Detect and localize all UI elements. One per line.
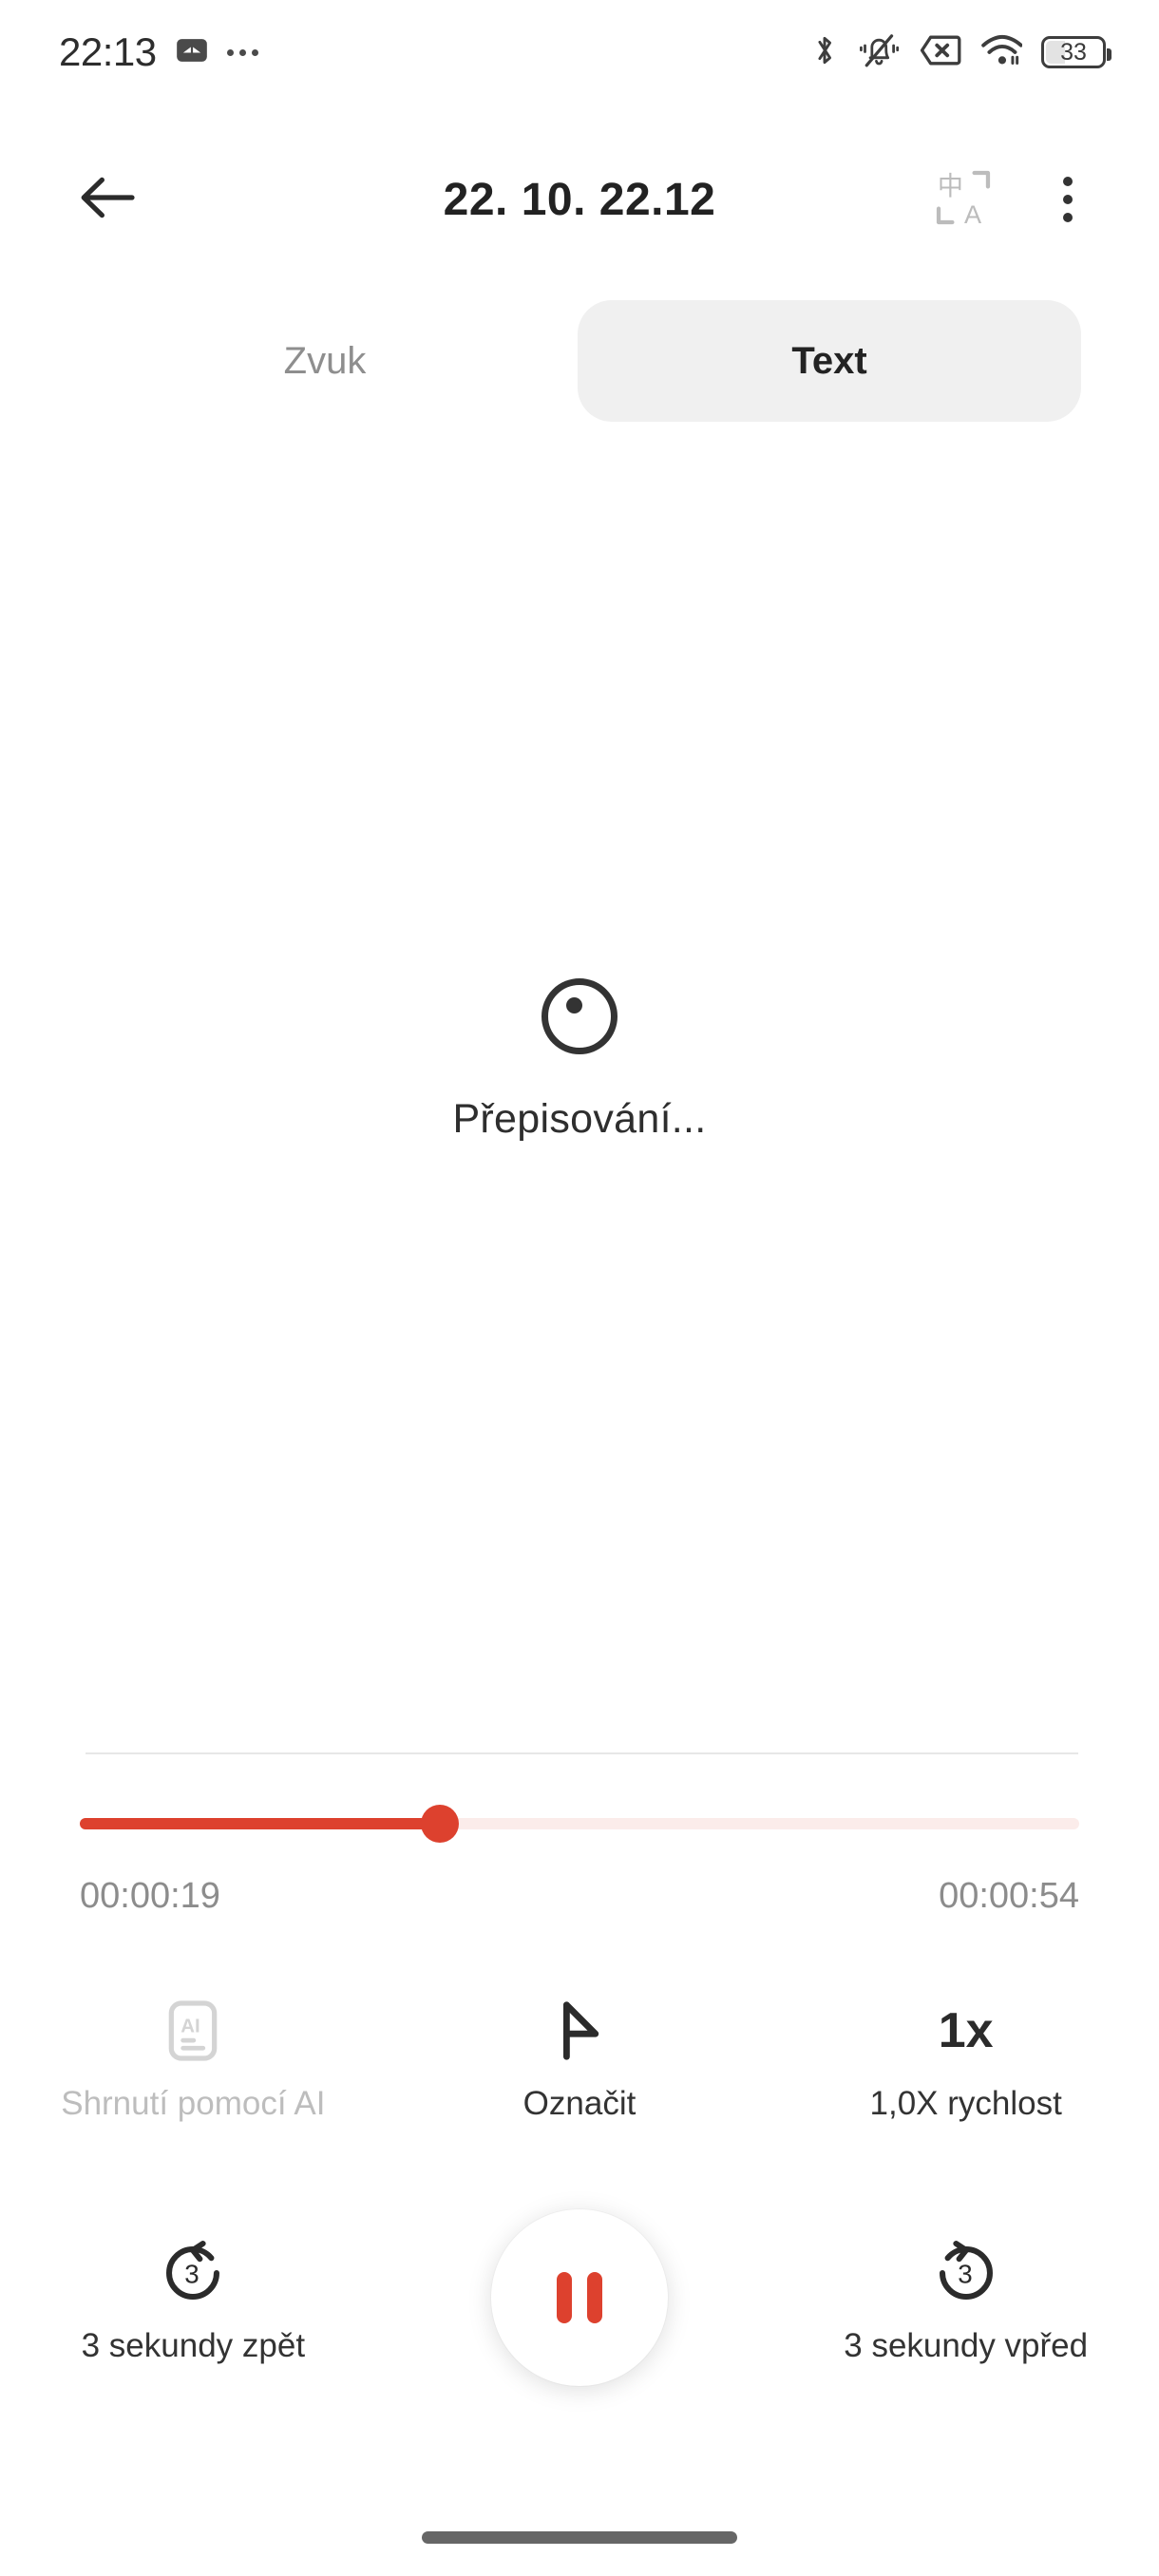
vibrate-off-icon [859, 32, 901, 73]
forward-3-seconds-icon: 3 [931, 2232, 1001, 2314]
svg-text:中: 中 [938, 172, 963, 201]
playback-speed-glyph: 1x [938, 2003, 994, 2058]
ai-summary-label: Shrnutí pomocí AI [61, 2085, 326, 2122]
more-options-button[interactable] [1032, 163, 1104, 236]
seek-fill [80, 1818, 440, 1829]
more-dot [1063, 195, 1073, 204]
translate-button[interactable]: 中 A [927, 163, 999, 236]
svg-text:AI: AI [181, 2016, 200, 2036]
content-divider [86, 1752, 1078, 1754]
tab-text-label: Text [791, 339, 867, 382]
primary-action-row: AI Shrnutí pomocí AI Označit 1x 1,0X ryc… [0, 1990, 1159, 2123]
mark-label: Označit [522, 2085, 636, 2122]
rewind-3-seconds-icon: 3 [158, 2232, 228, 2314]
tab-text[interactable]: Text [578, 300, 1081, 422]
more-dot [1063, 213, 1073, 222]
transcription-status-label: Přepisování... [452, 1096, 707, 1142]
svg-text:A: A [964, 199, 982, 227]
phone-screen: 22:13 33 22. 10. 22.12 中 A Zvuk Text Pře… [0, 0, 1159, 2576]
tab-bar: Zvuk Text [0, 300, 1159, 422]
wifi-icon [980, 33, 1023, 72]
svg-text:3: 3 [185, 2260, 200, 2289]
status-bar-right: 33 [809, 32, 1112, 73]
bluetooth-icon [809, 32, 840, 73]
transcribing-spinner-icon [542, 978, 618, 1054]
rewind-3-seconds-button[interactable]: 3 3 sekundy zpět [0, 2232, 387, 2365]
home-gesture-bar[interactable] [422, 2531, 737, 2544]
total-time-label: 00:00:54 [939, 1876, 1079, 1916]
flag-mark-icon [551, 1990, 608, 2072]
pause-button[interactable] [491, 2209, 668, 2386]
phone-recorder-icon [174, 32, 210, 73]
forward-3-seconds-label: 3 sekundy vpřed [844, 2327, 1089, 2364]
playback-speed-button[interactable]: 1x 1,0X rychlost [772, 1990, 1159, 2123]
app-bar: 22. 10. 22.12 中 A [0, 142, 1159, 256]
sim-card-missing-icon [920, 33, 961, 72]
pause-bar [557, 2272, 572, 2323]
svg-text:3: 3 [958, 2260, 972, 2289]
tab-sound[interactable]: Zvuk [78, 300, 572, 422]
current-time-label: 00:00:19 [80, 1876, 220, 1916]
rewind-3-seconds-label: 3 sekundy zpět [81, 2327, 306, 2364]
status-bar: 22:13 33 [0, 0, 1159, 104]
ai-summary-button[interactable]: AI Shrnutí pomocí AI [0, 1990, 387, 2123]
more-dot [1063, 177, 1073, 186]
ai-summary-icon: AI [163, 1990, 222, 2072]
tab-sound-label: Zvuk [283, 339, 367, 382]
status-bar-left: 22:13 [59, 32, 258, 73]
status-clock: 22:13 [59, 29, 157, 74]
battery-icon: 33 [1041, 36, 1112, 68]
overflow-dots-icon [226, 48, 258, 56]
pause-bar [587, 2272, 602, 2323]
translate-icon: 中 A [934, 168, 993, 232]
playback-seek-bar[interactable] [80, 1805, 1079, 1843]
playback-speed-label: 1,0X rychlost [869, 2085, 1062, 2122]
battery-level-text: 33 [1060, 38, 1087, 66]
playback-speed-icon: 1x [939, 1990, 994, 2072]
seek-thumb[interactable] [420, 1805, 459, 1843]
forward-3-seconds-button[interactable]: 3 3 sekundy vpřed [772, 2232, 1159, 2365]
transcription-status: Přepisování... [0, 978, 1159, 1143]
mark-button[interactable]: Označit [387, 1990, 773, 2123]
time-row: 00:00:19 00:00:54 [80, 1876, 1079, 1917]
